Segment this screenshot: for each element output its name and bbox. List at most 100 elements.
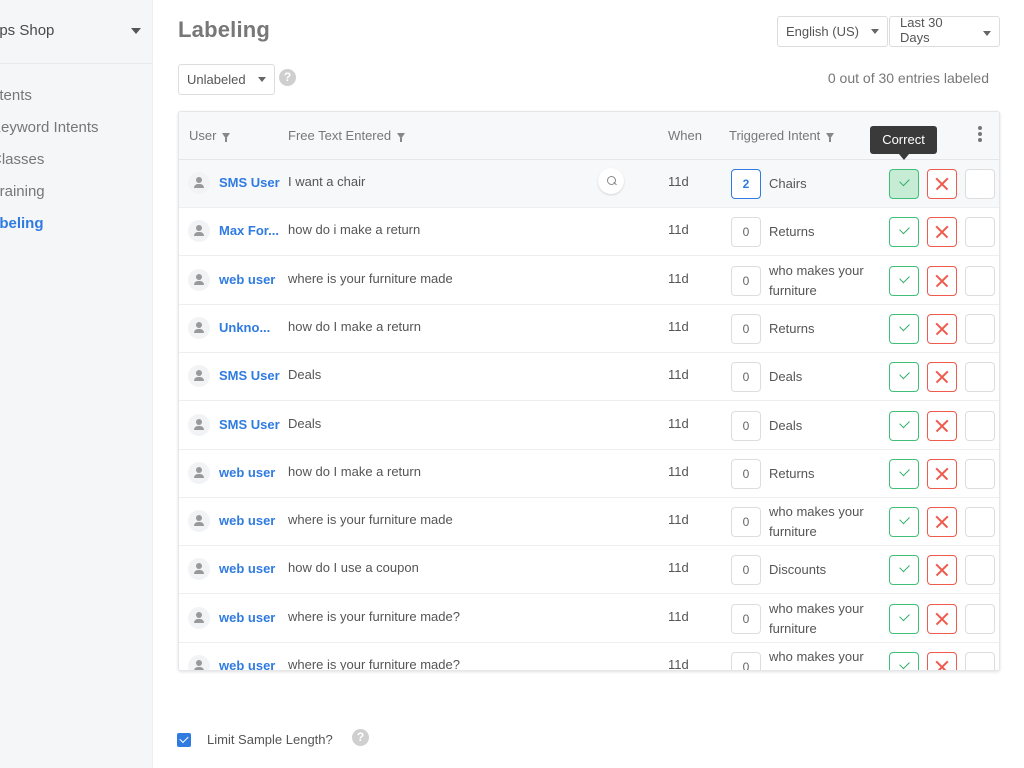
user-link[interactable]: Max For... (219, 223, 279, 238)
more-button[interactable] (965, 410, 995, 441)
correct-button[interactable] (889, 169, 919, 199)
chevron-down-icon[interactable] (131, 28, 141, 34)
more-button[interactable] (965, 169, 995, 199)
user-link[interactable]: web user (219, 465, 275, 480)
triggered-intent: who makes your furniture (769, 504, 864, 540)
label-filter-value: Unlabeled (187, 72, 246, 87)
sidebar-item-training[interactable]: Training (0, 183, 45, 200)
free-text: how do I make a return (288, 318, 421, 334)
user-link[interactable]: web user (219, 272, 275, 287)
column-user[interactable]: User (189, 128, 231, 143)
limit-sample-checkbox[interactable] (177, 733, 191, 747)
user-icon (188, 220, 210, 243)
intent-count[interactable]: 2 (731, 169, 761, 199)
user-link[interactable]: web user (219, 610, 275, 625)
more-button[interactable] (965, 362, 995, 393)
intent-count[interactable]: 0 (731, 458, 761, 489)
more-button[interactable] (965, 507, 995, 538)
column-triggered-intent[interactable]: Triggered Intent (729, 128, 835, 143)
incorrect-button[interactable] (927, 313, 957, 344)
table-row[interactable]: web user how do I use a coupon 11d 0 Discoun… (179, 546, 999, 595)
language-select[interactable]: English (US) (777, 16, 888, 47)
more-button[interactable] (965, 555, 995, 586)
user-link[interactable]: SMS User (219, 368, 280, 383)
labeling-table: User Free Text Entered When Triggered In… (178, 111, 1000, 671)
filter-icon[interactable] (826, 133, 835, 142)
correct-button[interactable] (889, 217, 919, 248)
table-row[interactable]: web user where is your furniture made 11d 0… (179, 256, 999, 305)
correct-button[interactable] (889, 410, 919, 441)
intent-count[interactable]: 0 (731, 507, 761, 538)
intent-count[interactable]: 0 (731, 313, 761, 344)
correct-button[interactable] (889, 265, 919, 296)
user-link[interactable]: web user (219, 513, 275, 528)
shop-selector[interactable]: aps Shop (0, 0, 153, 64)
user-link[interactable]: SMS User (219, 417, 280, 432)
table-row[interactable]: SMS User Deals 11d 0 Deals (179, 353, 999, 402)
sidebar-item-labeling[interactable]: abeling (0, 215, 44, 232)
correct-button[interactable] (889, 507, 919, 538)
incorrect-button[interactable] (927, 410, 957, 441)
free-text: how do i make a return (288, 222, 421, 238)
free-text: Deals (288, 367, 322, 383)
correct-button[interactable] (889, 603, 919, 634)
incorrect-button[interactable] (927, 265, 957, 296)
label-filter-select[interactable]: Unlabeled (178, 64, 275, 95)
more-button[interactable] (965, 313, 995, 344)
more-button[interactable] (965, 652, 995, 670)
filter-icon[interactable] (397, 133, 406, 142)
table-row[interactable]: web user where is your furniture made? 11d… (179, 643, 999, 670)
incorrect-button[interactable] (927, 362, 957, 393)
incorrect-button[interactable] (927, 603, 957, 634)
chevron-down-icon (870, 29, 879, 34)
triggered-intent: Deals (769, 369, 803, 385)
table-row[interactable]: SMS User Deals 11d 0 Deals (179, 401, 999, 450)
labeled-count: 0 out of 30 entries labeled (827, 70, 989, 86)
table-row[interactable]: Max For... how do i make a return 11d 0 Retu… (179, 208, 999, 257)
correct-button[interactable] (889, 652, 919, 670)
more-button[interactable] (965, 265, 995, 296)
user-link[interactable]: web user (219, 658, 275, 670)
table-row[interactable]: Unkno... how do I make a return 11d 0 Return… (179, 304, 999, 353)
triggered-intent: Chairs (769, 176, 807, 191)
incorrect-button[interactable] (927, 652, 957, 670)
when: 11d (668, 367, 689, 383)
table-row[interactable]: web user where is your furniture made? 11d… (179, 594, 999, 643)
help-icon[interactable]: ? (279, 69, 296, 86)
column-free-text[interactable]: Free Text Entered (288, 128, 406, 143)
correct-button[interactable] (889, 362, 919, 393)
correct-button[interactable] (889, 313, 919, 344)
correct-button[interactable] (889, 555, 919, 586)
sidebar-item-keyword-intents[interactable]: Keyword Intents (0, 119, 99, 136)
correct-button[interactable] (889, 458, 919, 489)
user-link[interactable]: Unkno... (219, 320, 270, 335)
intent-count[interactable]: 0 (731, 555, 761, 586)
table-row[interactable]: web user where is your furniture made 11d 0… (179, 498, 999, 547)
incorrect-button[interactable] (927, 217, 957, 248)
more-button[interactable] (965, 603, 995, 634)
intent-count[interactable]: 0 (731, 362, 761, 393)
help-icon[interactable]: ? (352, 729, 369, 746)
table-row[interactable]: web user how do I make a return 11d 0 Return… (179, 449, 999, 498)
more-button[interactable] (965, 458, 995, 489)
intent-count[interactable]: 0 (731, 603, 761, 634)
date-range-select[interactable]: Last 30 Days (889, 15, 1000, 47)
sidebar-item-intents[interactable]: ntents (0, 87, 32, 104)
incorrect-button[interactable] (927, 458, 957, 489)
chevron-down-icon (983, 31, 991, 36)
sidebar-item-classes[interactable]: Classes (0, 151, 44, 168)
more-button[interactable] (965, 217, 995, 248)
intent-count[interactable]: 0 (731, 652, 761, 670)
incorrect-button[interactable] (927, 555, 957, 586)
filter-icon[interactable] (222, 133, 231, 142)
table-row[interactable]: SMS User I want a chair 11d 2 Chairs (179, 160, 999, 208)
intent-count[interactable]: 0 (731, 410, 761, 441)
incorrect-button[interactable] (927, 507, 957, 538)
user-link[interactable]: SMS User (219, 175, 280, 190)
more-options-icon[interactable] (978, 126, 982, 144)
intent-count[interactable]: 0 (731, 217, 761, 248)
incorrect-button[interactable] (927, 169, 957, 199)
search-icon[interactable] (598, 168, 624, 194)
user-link[interactable]: web user (219, 561, 275, 576)
intent-count[interactable]: 0 (731, 265, 761, 296)
